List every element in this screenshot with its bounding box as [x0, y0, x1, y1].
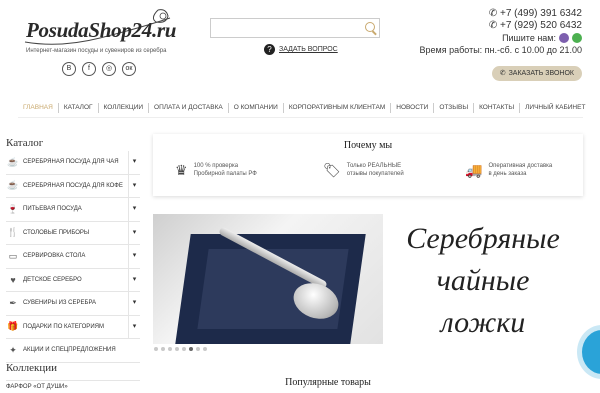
instagram-icon[interactable]: ◎ — [102, 62, 116, 76]
sidebar-item-label: ПИТЬЕВАЯ ПОСУДА — [23, 206, 82, 213]
banner-headline: Серебряные чайные ложки — [406, 222, 560, 339]
slider-dot[interactable] — [175, 347, 179, 351]
whatsapp-icon[interactable] — [572, 33, 582, 43]
sidebar-item-label: СЕРВИРОВКА СТОЛА — [23, 253, 86, 260]
chevron-down-icon[interactable]: ▾ — [128, 221, 140, 244]
nav-item-2[interactable]: КОЛЛЕКЦИИ — [99, 103, 150, 113]
sidebar-item-label: ПОДАРКИ ПО КАТЕГОРИЯМ — [23, 323, 104, 330]
chevron-down-icon[interactable]: ▾ — [128, 174, 140, 197]
sidebar-item-0[interactable]: ☕ СЕРЕБРЯНАЯ ПОСУДА ДЛЯ ЧАЯ ▾ — [6, 151, 140, 175]
nav-divider — [18, 117, 583, 118]
catalog-title: Каталог — [6, 137, 44, 149]
coffee-icon: ☕ — [7, 180, 19, 191]
chevron-down-icon[interactable]: ▾ — [128, 292, 140, 315]
sidebar-item-label: СЕРЕБРЯНАЯ ПОСУДА ДЛЯ ЧАЯ — [23, 159, 119, 166]
promo-banner[interactable]: Серебряные чайные ложки — [153, 214, 583, 346]
sidebar-item-label: ДЕТСКОЕ СЕРЕБРО — [23, 276, 82, 283]
glass-icon: 🍷 — [7, 203, 19, 214]
slider-dot[interactable] — [182, 347, 186, 351]
ask-question-label: ЗАДАТЬ ВОПРОС — [279, 46, 338, 53]
chevron-down-icon[interactable]: ▾ — [128, 245, 140, 268]
cutlery-icon: 🍴 — [7, 227, 19, 238]
rattle-icon: ♥ — [10, 274, 16, 285]
gift-icon: 🎁 — [7, 321, 19, 332]
write-us-label: Пишите нам: — [502, 33, 556, 43]
slider-dot[interactable] — [154, 347, 158, 351]
truck-icon: 🚚 — [465, 162, 483, 178]
slider-dots — [154, 347, 207, 351]
ask-question-link[interactable]: ? ЗАДАТЬ ВОПРОС — [264, 44, 338, 55]
nav-item-8[interactable]: КОНТАКТЫ — [474, 103, 521, 113]
sidebar-item-label: АКЦИИ И СПЕЦПРЕДЛОЖЕНИЯ — [23, 347, 116, 354]
why-us-panel: Почему мы ♛ 100 % проверка Пробирной пала… — [153, 134, 583, 196]
feature-assay: ♛ 100 % проверка Пробирной палаты РФ — [175, 162, 257, 178]
feature-delivery: 🚚 Оперативная доставка в день заказа — [465, 162, 553, 178]
souvenir-icon: ✒ — [9, 297, 17, 308]
sidebar-item-7[interactable]: 🎁 ПОДАРКИ ПО КАТЕГОРИЯМ ▾ — [6, 315, 140, 339]
site-tagline: Интернет-магазин посуды и сувениров из с… — [26, 48, 167, 54]
sidebar-item-8[interactable]: ✦ АКЦИИ И СПЕЦПРЕДЛОЖЕНИЯ — [6, 339, 140, 363]
phone-2[interactable]: +7 (929) 520 6432 — [500, 20, 582, 31]
main-nav: ГЛАВНАЯ КАТАЛОГ КОЛЛЕКЦИИ ОПЛАТА И ДОСТАВКА… — [18, 103, 590, 113]
slider-dot[interactable] — [161, 347, 165, 351]
sidebar-item-1[interactable]: ☕ СЕРЕБРЯНАЯ ПОСУДА ДЛЯ КОФЕ ▾ — [6, 174, 140, 198]
banner-image — [153, 214, 383, 344]
sidebar-item-6[interactable]: ✒ СУВЕНИРЫ ИЗ СЕРЕБРА ▾ — [6, 292, 140, 316]
sidebar-item-label: СУВЕНИРЫ ИЗ СЕРЕБРА — [23, 300, 97, 307]
vk-icon[interactable]: В — [62, 62, 76, 76]
nav-item-7[interactable]: ОТЗЫВЫ — [434, 103, 475, 113]
sidebar-item-2[interactable]: 🍷 ПИТЬЕВАЯ ПОСУДА ▾ — [6, 198, 140, 222]
popular-products-title: Популярные товары — [285, 377, 371, 388]
social-links: В f ◎ ок — [62, 62, 136, 76]
nav-item-1[interactable]: КАТАЛОГ — [59, 103, 99, 113]
slider-dot[interactable] — [168, 347, 172, 351]
chat-widget-button[interactable] — [582, 330, 600, 374]
phone-1[interactable]: +7 (499) 391 6342 — [500, 8, 582, 19]
nav-item-5[interactable]: КОРПОРАТИВНЫМ КЛИЕНТАМ — [284, 103, 392, 113]
tag-icon: 🏷 — [323, 162, 341, 178]
facebook-icon[interactable]: f — [82, 62, 96, 76]
contacts-block: ✆ +7 (499) 391 6342 ✆ +7 (929) 520 6432 … — [420, 8, 582, 56]
sidebar-item-3[interactable]: 🍴 СТОЛОВЫЕ ПРИБОРЫ ▾ — [6, 221, 140, 245]
search-icon[interactable] — [365, 22, 375, 32]
sidebar-item-label: СТОЛОВЫЕ ПРИБОРЫ — [23, 229, 90, 236]
search-box — [210, 18, 380, 38]
odnoklassniki-icon[interactable]: ок — [122, 62, 136, 76]
sidebar-item-4[interactable]: ▭ СЕРВИРОВКА СТОЛА ▾ — [6, 245, 140, 269]
search-input[interactable] — [215, 20, 369, 38]
sidebar-item-5[interactable]: ♥ ДЕТСКОЕ СЕРЕБРО ▾ — [6, 268, 140, 292]
teapot-icon: ☕ — [7, 156, 19, 167]
slider-dot-active[interactable] — [189, 347, 193, 351]
sale-icon: ✦ — [9, 344, 17, 355]
why-us-title: Почему мы — [343, 140, 393, 151]
chevron-down-icon[interactable]: ▾ — [128, 315, 140, 338]
callback-label: ЗАКАЗАТЬ ЗВОНОК — [508, 70, 574, 77]
viber-icon[interactable] — [559, 33, 569, 43]
collections-title: Коллекции — [6, 362, 58, 374]
slider-dot[interactable] — [203, 347, 207, 351]
catalog-sidebar: ☕ СЕРЕБРЯНАЯ ПОСУДА ДЛЯ ЧАЯ ▾ ☕ СЕРЕБРЯНАЯ П… — [6, 151, 140, 363]
chevron-down-icon[interactable]: ▾ — [128, 268, 140, 291]
chevron-down-icon[interactable]: ▾ — [128, 151, 140, 174]
question-icon: ? — [264, 44, 275, 55]
nav-item-6[interactable]: НОВОСТИ — [391, 103, 435, 113]
site-logo[interactable]: PosudaShop24.ru — [26, 18, 176, 43]
nav-item-3[interactable]: ОПЛАТА И ДОСТАВКА — [149, 103, 229, 113]
chevron-down-icon[interactable]: ▾ — [128, 198, 140, 221]
sidebar-item-label: СЕРЕБРЯНАЯ ПОСУДА ДЛЯ КОФЕ — [23, 182, 123, 189]
callback-button[interactable]: ✆ ЗАКАЗАТЬ ЗВОНОК — [491, 66, 582, 81]
nav-item-0[interactable]: ГЛАВНАЯ — [18, 103, 59, 113]
phone-icon: ✆ — [488, 20, 500, 31]
working-hours: Время работы: пн.-сб. с 10.00 до 21.00 — [419, 45, 582, 55]
feature-reviews: 🏷 Только РЕАЛЬНЫЕ отзывы покупателей — [323, 162, 404, 178]
tray-icon: ▭ — [8, 250, 18, 261]
collection-item[interactable]: ФАРФОР «ОТ ДУШИ» — [6, 380, 140, 393]
slider-dot[interactable] — [196, 347, 200, 351]
nav-item-4[interactable]: О КОМПАНИИ — [229, 103, 284, 113]
phone-icon: ✆ — [499, 70, 506, 77]
crown-icon: ♛ — [175, 162, 188, 178]
phone-icon: ✆ — [488, 8, 500, 19]
nav-item-9[interactable]: ЛИЧНЫЙ КАБИНЕТ — [520, 103, 590, 113]
